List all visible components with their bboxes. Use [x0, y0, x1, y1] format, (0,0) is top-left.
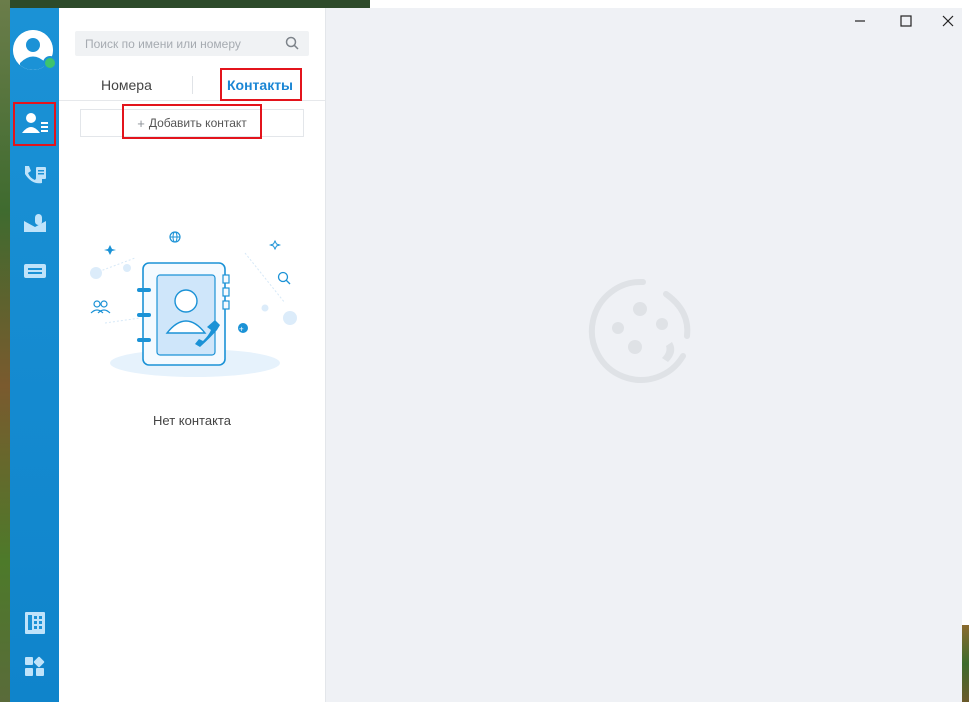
add-contact-label: Добавить контакт	[148, 116, 247, 130]
sidebar-item-voicemail[interactable]	[16, 204, 53, 241]
app-logo-watermark-icon	[588, 278, 691, 383]
call-log-icon	[24, 165, 46, 183]
sidebar	[10, 8, 59, 702]
empty-contacts-illustration-icon: +	[90, 231, 297, 377]
sidebar-item-call-log[interactable]	[16, 156, 53, 193]
add-contact-button[interactable]: + Добавить контакт	[80, 109, 304, 137]
softphone-window: Номера Контакты + Добавить контакт +	[10, 8, 962, 702]
sidebar-item-dialer[interactable]	[16, 252, 53, 289]
contacts-icon	[21, 112, 48, 133]
minimize-button[interactable]	[842, 10, 878, 32]
close-icon	[942, 15, 954, 27]
search-box	[75, 31, 309, 56]
empty-state-text: Нет контакта	[153, 413, 231, 428]
tab-divider	[192, 76, 193, 94]
maximize-button[interactable]	[888, 10, 924, 32]
tab-numbers[interactable]: Номера	[101, 70, 152, 100]
search-icon[interactable]	[285, 36, 299, 50]
online-status-badge	[43, 56, 57, 70]
voicemail-icon	[23, 213, 46, 232]
close-button[interactable]	[930, 10, 962, 32]
dialer-icon	[23, 263, 46, 278]
sidebar-item-apps[interactable]	[16, 648, 53, 685]
minimize-icon	[855, 20, 865, 22]
plus-icon: +	[137, 115, 145, 131]
sidebar-item-phone-book[interactable]	[16, 604, 53, 641]
apps-icon	[24, 656, 44, 676]
search-input[interactable]	[75, 31, 285, 56]
tab-bar: Номера Контакты	[59, 70, 325, 101]
main-content-area	[326, 8, 962, 702]
tab-contacts[interactable]: Контакты	[227, 70, 293, 100]
phone-book-icon	[24, 611, 45, 634]
contacts-panel: Номера Контакты + Добавить контакт +	[59, 8, 326, 702]
svg-text:+: +	[239, 325, 244, 334]
desktop-background-right-bottom	[962, 625, 969, 702]
desktop-background-left	[0, 0, 10, 702]
sidebar-item-contacts[interactable]	[16, 104, 53, 141]
desktop-background-right	[962, 0, 969, 702]
maximize-icon	[900, 15, 912, 27]
desktop-background-top	[370, 0, 969, 8]
